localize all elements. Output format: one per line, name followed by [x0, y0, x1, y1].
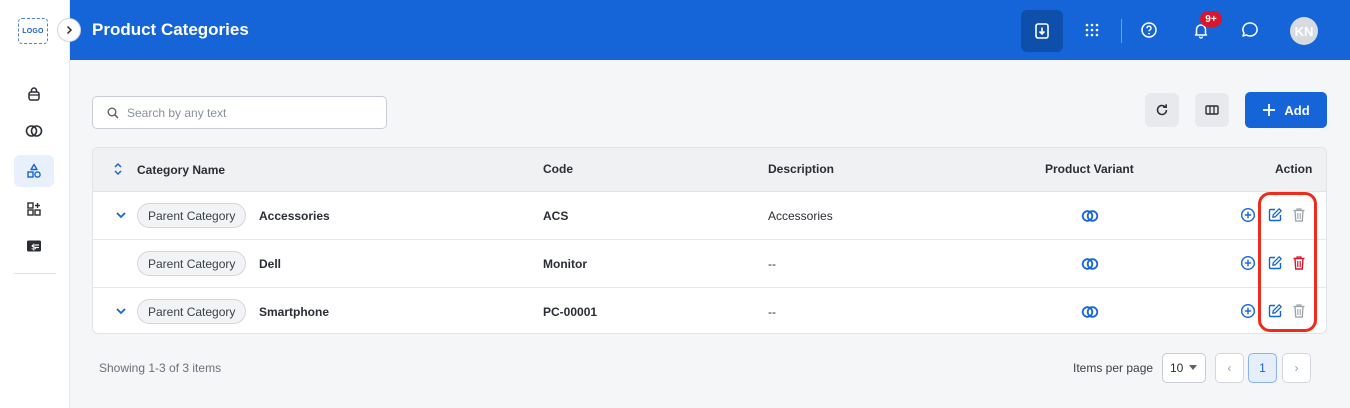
variant-rings-icon: [1081, 258, 1099, 270]
trash-icon: [1293, 208, 1305, 222]
user-avatar[interactable]: KN: [1290, 17, 1318, 45]
category-description: Accessories: [768, 209, 833, 223]
chat-button[interactable]: [1233, 13, 1267, 47]
bag-icon: [28, 87, 40, 101]
edit-button[interactable]: [1267, 207, 1283, 223]
sidebar-item-variants[interactable]: [14, 115, 54, 147]
chevron-down-icon: [116, 212, 126, 219]
items-per-page-value: 10: [1170, 361, 1184, 375]
logo: LOGO: [18, 18, 48, 44]
variant-rings-icon: [25, 125, 43, 137]
chat-icon: [1242, 22, 1258, 37]
edit-icon: [1268, 208, 1282, 222]
add-subcategory-button[interactable]: [1240, 303, 1256, 319]
add-button-label: Add: [1284, 102, 1310, 118]
columns-button[interactable]: [1195, 93, 1229, 127]
add-circle-icon: [1240, 303, 1256, 319]
delete-button[interactable]: [1292, 207, 1306, 223]
product-variant-button[interactable]: [1081, 209, 1099, 223]
search-field[interactable]: [92, 96, 387, 129]
add-circle-icon: [1240, 207, 1256, 223]
table-row: Parent Category Dell Monitor --: [93, 240, 1326, 288]
refresh-icon: [1156, 104, 1168, 116]
sidebar-item-widgets[interactable]: [14, 193, 54, 225]
widget-add-icon: [27, 202, 41, 216]
download-icon: [1035, 23, 1049, 39]
sidebar-divider: [14, 273, 56, 274]
column-header-product-variant: Product Variant: [1045, 162, 1134, 176]
delete-button[interactable]: [1292, 303, 1306, 319]
category-name: Dell: [259, 257, 282, 271]
sidebar-item-categories[interactable]: [14, 155, 54, 187]
help-button[interactable]: [1132, 13, 1166, 47]
product-variant-button[interactable]: [1081, 305, 1099, 319]
header-separator: [1121, 19, 1122, 43]
edit-button[interactable]: [1267, 303, 1283, 319]
edit-icon: [1268, 304, 1282, 318]
categories-table: Category Name Code Description Product V…: [92, 147, 1327, 334]
parent-category-tag: Parent Category: [137, 251, 247, 276]
table-row: Parent Category Smartphone PC-00001 --: [93, 288, 1326, 333]
category-code: ACS: [543, 209, 569, 223]
add-button[interactable]: Add: [1245, 92, 1327, 128]
add-subcategory-button[interactable]: [1240, 255, 1256, 271]
category-description: --: [768, 257, 776, 271]
sidebar-collapse-button[interactable]: [57, 18, 81, 42]
edit-icon: [1268, 256, 1282, 270]
category-code: Monitor: [543, 257, 587, 271]
sidebar-item-pricing[interactable]: $: [14, 230, 54, 262]
trash-icon: [1293, 304, 1305, 318]
category-code: PC-00001: [543, 305, 598, 319]
category-description: --: [768, 305, 776, 319]
product-variant-button[interactable]: [1081, 257, 1099, 271]
expand-row-button[interactable]: [115, 305, 127, 317]
add-circle-icon: [1240, 255, 1256, 271]
chevron-down-icon: [116, 308, 126, 315]
variant-rings-icon: [1081, 210, 1099, 222]
sort-icon[interactable]: [113, 161, 123, 182]
add-subcategory-button[interactable]: [1240, 207, 1256, 223]
page-button-current[interactable]: 1: [1248, 353, 1277, 383]
column-header-description: Description: [768, 162, 835, 176]
table-row: Parent Category Accessories ACS Accessor…: [93, 192, 1326, 240]
search-icon: [107, 107, 119, 119]
price-tag-icon: $: [27, 240, 41, 252]
page-title: Product Categories: [92, 20, 249, 39]
shapes-category-icon: [27, 163, 41, 178]
next-page-button[interactable]: ›: [1282, 353, 1311, 383]
parent-category-tag: Parent Category: [137, 203, 247, 228]
parent-category-tag: Parent Category: [137, 299, 247, 324]
expand-row-button[interactable]: [115, 209, 127, 221]
items-per-page-select[interactable]: 10: [1162, 353, 1206, 383]
category-name: Accessories: [259, 209, 330, 223]
items-per-page-label: Items per page: [1073, 361, 1154, 375]
column-header-category-name[interactable]: Category Name: [137, 163, 225, 177]
table-header: Category Name Code Description Product V…: [93, 148, 1326, 192]
refresh-button[interactable]: [1145, 93, 1179, 127]
top-header: Product Categories 9+ KN: [70, 0, 1350, 60]
columns-icon: [1205, 105, 1219, 115]
previous-page-button[interactable]: ‹: [1215, 353, 1244, 383]
sidebar-item-products[interactable]: [14, 78, 54, 110]
caret-down-icon: [1189, 365, 1198, 370]
column-header-code: Code: [543, 162, 573, 176]
chevron-right-icon: [66, 25, 73, 35]
sidebar: LOGO $: [0, 0, 70, 408]
column-header-action: Action: [1275, 162, 1313, 176]
apps-grid-button[interactable]: [1075, 13, 1109, 47]
variant-rings-icon: [1081, 306, 1099, 318]
trash-icon: [1293, 256, 1305, 270]
category-name: Smartphone: [259, 305, 330, 319]
download-button[interactable]: [1021, 10, 1063, 52]
apps-grid-icon: [1085, 23, 1099, 37]
items-count-text: Showing 1-3 of 3 items: [99, 361, 222, 375]
app-root: LOGO $ Product Categories 9+ KN Search b…: [0, 0, 1350, 408]
help-icon: [1141, 22, 1157, 38]
delete-button[interactable]: [1292, 255, 1306, 271]
notification-badge: 9+: [1200, 11, 1222, 27]
plus-icon: [1263, 104, 1276, 116]
edit-button[interactable]: [1267, 255, 1283, 271]
search-input[interactable]: [127, 105, 367, 120]
